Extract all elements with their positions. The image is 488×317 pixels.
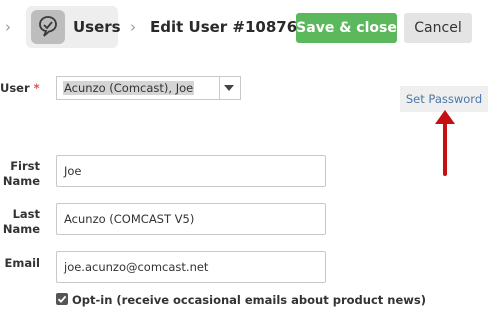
save-close-button[interactable]: Save & close — [296, 13, 397, 43]
email-value: joe.acunzo@comcast.net — [64, 260, 209, 274]
user-field-label: User * — [0, 81, 40, 96]
email-input[interactable]: joe.acunzo@comcast.net — [56, 251, 326, 283]
required-marker: * — [33, 81, 40, 95]
cancel-button[interactable]: Cancel — [404, 13, 472, 43]
checkmark-icon — [57, 295, 67, 303]
caret-down-icon[interactable] — [224, 85, 234, 91]
first-name-label-line2: Name — [2, 174, 40, 188]
first-name-value: Joe — [64, 164, 82, 178]
user-select[interactable]: Acunzo (Comcast), Joe — [56, 76, 241, 100]
email-label: Email — [4, 256, 40, 270]
user-label-text: User — [0, 81, 30, 95]
breadcrumb-users[interactable]: Users — [73, 18, 121, 36]
opt-in-checkbox[interactable] — [56, 293, 68, 305]
first-name-label-line1: First — [10, 159, 40, 173]
last-name-value: Acunzo (COMCAST V5) — [64, 212, 195, 226]
last-name-label: Last Name — [0, 207, 40, 237]
users-module-icon — [31, 10, 65, 44]
set-password-button[interactable]: Set Password — [400, 86, 488, 112]
last-name-label-line1: Last — [12, 207, 40, 221]
annotation-arrow-shaft — [443, 120, 447, 176]
opt-in-label[interactable]: Opt-in (receive occasional emails about … — [72, 293, 426, 307]
chevron-right-icon: › — [130, 18, 136, 36]
last-name-label-line2: Name — [2, 222, 40, 236]
select-divider — [219, 77, 220, 99]
user-select-value: Acunzo (Comcast), Joe — [63, 81, 195, 95]
last-name-input[interactable]: Acunzo (COMCAST V5) — [56, 203, 326, 235]
page-title: Edit User #10876 — [150, 18, 298, 36]
first-name-input[interactable]: Joe — [56, 155, 326, 187]
chevron-right-icon: › — [5, 18, 11, 36]
first-name-label: First Name — [0, 159, 40, 189]
